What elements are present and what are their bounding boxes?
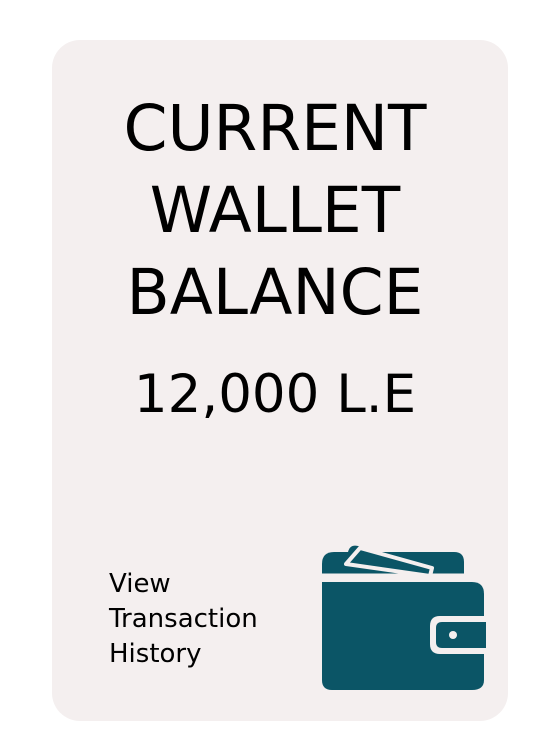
wallet-icon[interactable] — [320, 540, 488, 692]
view-transaction-history-link[interactable]: View Transaction History — [109, 567, 258, 672]
history-link-line-1: View — [109, 569, 171, 599]
history-link-line-3: History — [109, 639, 202, 669]
history-link-line-2: Transaction — [109, 604, 258, 634]
wallet-balance-amount: 12,000 L.E — [133, 364, 417, 425]
wallet-balance-title: CURRENT WALLET BALANCE — [52, 88, 498, 334]
title-line-3: BALANCE — [126, 256, 424, 329]
title-line-1: CURRENT — [123, 92, 427, 165]
title-line-2: WALLET — [149, 174, 401, 247]
wallet-balance-card: CURRENT WALLET BALANCE 12,000 L.E View T… — [52, 40, 508, 721]
